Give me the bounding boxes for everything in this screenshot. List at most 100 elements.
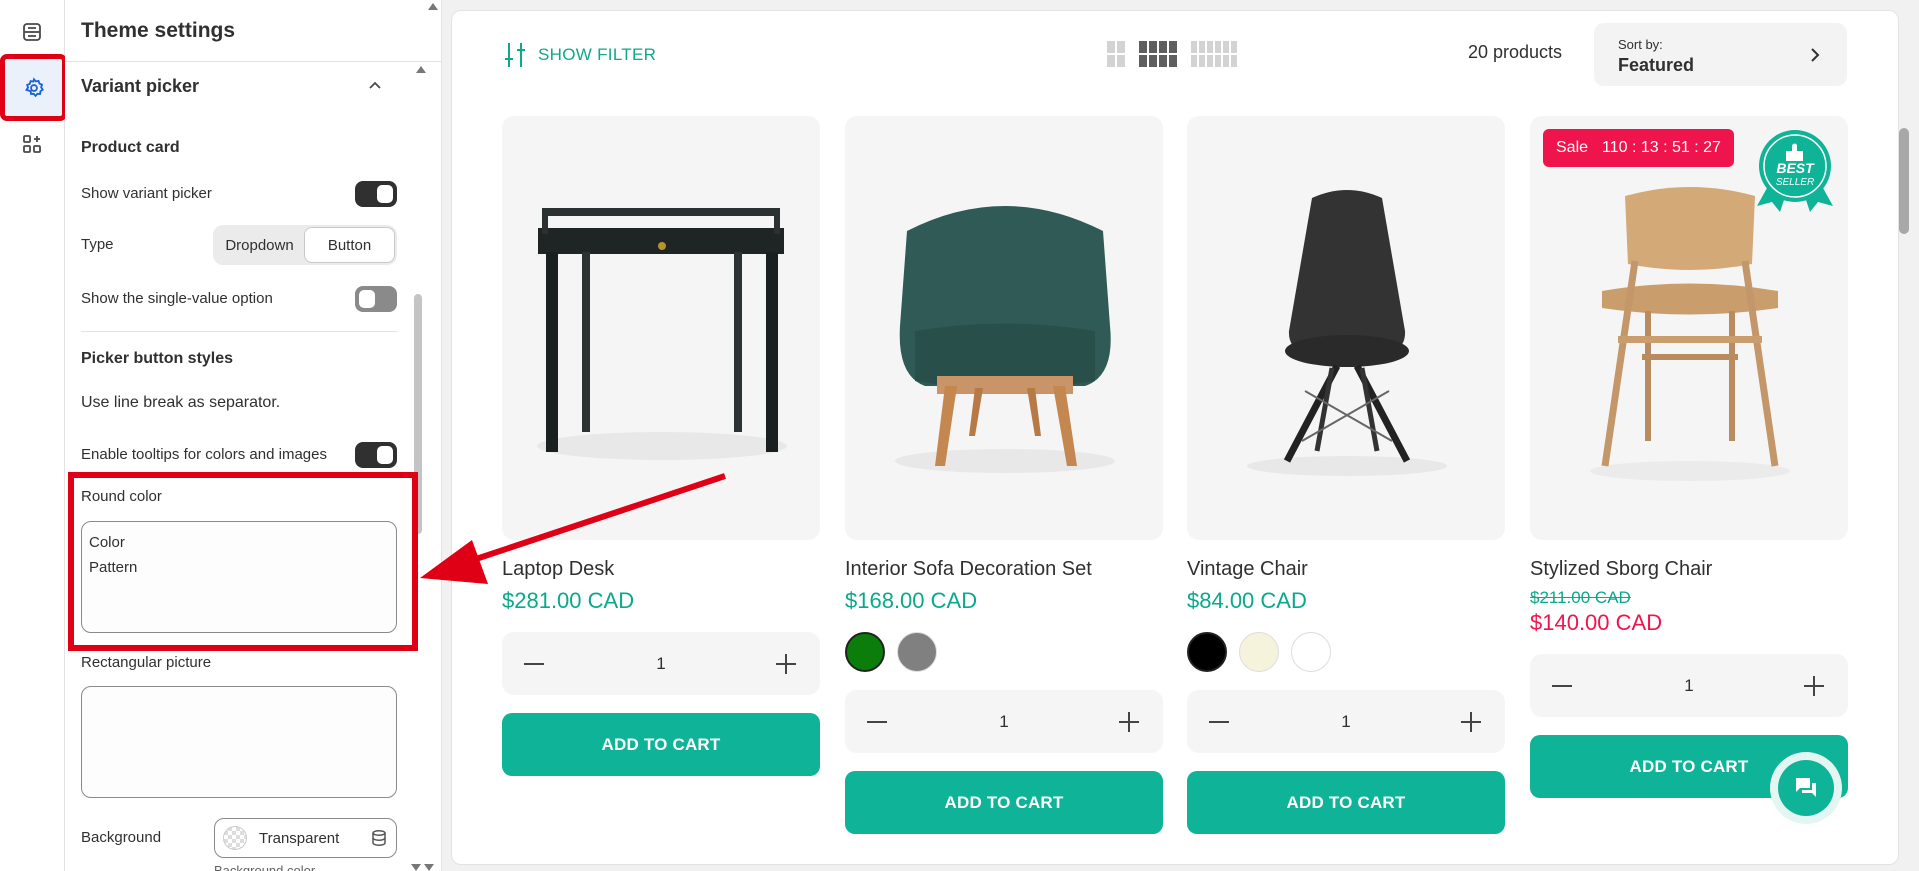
background-select[interactable]: Transparent — [214, 818, 397, 858]
color-swatch[interactable] — [1239, 632, 1279, 672]
product-card-heading: Product card — [81, 139, 180, 156]
product-price: $168.00 CAD — [845, 588, 978, 613]
quantity-value[interactable]: 1 — [656, 654, 665, 674]
divider — [81, 331, 397, 332]
sections-icon — [23, 23, 41, 41]
left-rail — [0, 0, 67, 871]
product-card[interactable]: Sale 110 : 13 : 51 : 27 BEST SELLER Styl… — [1530, 116, 1848, 798]
tooltips-toggle[interactable] — [355, 442, 397, 468]
product-count: 20 products — [1468, 42, 1563, 62]
chat-widget[interactable] — [1770, 752, 1842, 824]
color-swatches — [845, 632, 1163, 672]
quantity-stepper: 1 — [845, 690, 1163, 753]
badge-text-seller: SELLER — [1776, 177, 1814, 188]
product-card[interactable]: Interior Sofa Decoration Set $168.00 CAD… — [845, 116, 1163, 834]
minus-icon[interactable] — [1552, 675, 1574, 697]
show-filter-button[interactable]: SHOW FILTER — [504, 41, 656, 69]
background-color-label: Background color — [214, 863, 316, 871]
annotation-highlight-box — [68, 472, 418, 651]
color-swatches — [1187, 632, 1505, 672]
sort-dropdown[interactable]: Sort by: Featured — [1594, 23, 1847, 86]
minus-icon[interactable] — [524, 653, 546, 675]
picker-styles-heading: Picker button styles — [81, 350, 234, 367]
show-variant-picker-toggle[interactable] — [355, 181, 397, 207]
quantity-stepper: 1 — [1530, 654, 1848, 717]
color-swatch[interactable] — [845, 632, 885, 672]
type-label: Type — [81, 236, 114, 253]
scroll-down-icon[interactable] — [424, 864, 434, 871]
product-title[interactable]: Stylized Sborg Chair — [1530, 558, 1848, 581]
plus-icon[interactable] — [1119, 711, 1141, 733]
filter-icon — [505, 43, 525, 67]
database-icon[interactable] — [370, 829, 388, 847]
product-image[interactable] — [1187, 116, 1505, 540]
best-seller-badge-icon: BEST SELLER — [1757, 130, 1833, 212]
single-value-toggle[interactable] — [355, 286, 397, 312]
desk-image — [537, 208, 787, 460]
chevron-up-icon[interactable] — [365, 76, 385, 96]
product-price: $281.00 CAD — [502, 588, 635, 613]
minus-icon[interactable] — [1209, 711, 1231, 733]
apps-icon — [23, 135, 41, 153]
scroll-up-icon[interactable] — [416, 66, 426, 73]
plus-icon[interactable] — [1461, 711, 1483, 733]
rect-picture-label: Rectangular picture — [81, 654, 212, 671]
product-image[interactable] — [502, 116, 820, 540]
quantity-value[interactable]: 1 — [1684, 676, 1693, 696]
product-card[interactable]: Vintage Chair $84.00 CAD 1 ADD TO CART — [1187, 116, 1505, 834]
color-swatch[interactable] — [897, 632, 937, 672]
plus-icon[interactable] — [776, 653, 798, 675]
product-title[interactable]: Interior Sofa Decoration Set — [845, 558, 1163, 581]
picker-styles-help: Use line break as separator. — [81, 394, 281, 411]
chevron-right-icon — [1811, 48, 1820, 62]
sale-badge: Sale 110 : 13 : 51 : 27 — [1543, 129, 1734, 167]
product-price: $84.00 CAD — [1187, 588, 1307, 613]
armchair-image — [895, 206, 1115, 473]
apps-button[interactable] — [9, 121, 55, 167]
quantity-stepper: 1 — [1187, 690, 1505, 753]
product-title[interactable]: Laptop Desk — [502, 558, 820, 581]
plus-icon[interactable] — [1804, 675, 1826, 697]
product-image[interactable]: Sale 110 : 13 : 51 : 27 BEST SELLER — [1530, 116, 1848, 540]
add-to-cart-button[interactable]: ADD TO CART — [845, 771, 1163, 834]
panel-title: Theme settings — [81, 19, 236, 42]
type-option-button[interactable]: Button — [304, 227, 395, 263]
countdown-timer: 110 : 13 : 51 : 27 — [1602, 139, 1721, 156]
minus-icon[interactable] — [867, 711, 889, 733]
grid-switcher — [1107, 41, 1237, 67]
collection-toolbar: SHOW FILTER 20 products Sort by: Feature… — [452, 11, 1898, 106]
quantity-stepper: 1 — [502, 632, 820, 695]
tooltips-label: Enable tooltips for colors and images — [81, 446, 327, 463]
settings-panel: Theme settings Variant picker Product ca… — [65, 0, 442, 871]
grid-2-icon[interactable] — [1107, 41, 1125, 67]
single-value-label: Show the single-value option — [81, 290, 273, 307]
section-title[interactable]: Variant picker — [81, 76, 199, 97]
rect-picture-textarea[interactable] — [81, 686, 397, 798]
background-label: Background — [81, 829, 162, 846]
add-to-cart-button[interactable]: ADD TO CART — [1187, 771, 1505, 834]
quantity-value[interactable]: 1 — [999, 712, 1008, 732]
grid-4-icon[interactable] — [1139, 41, 1177, 67]
store-preview: SHOW FILTER 20 products Sort by: Feature… — [451, 10, 1899, 865]
product-title[interactable]: Vintage Chair — [1187, 558, 1505, 581]
scroll-down-icon[interactable] — [411, 864, 421, 871]
background-value: Transparent — [259, 829, 340, 847]
sale-price: $140.00 CAD — [1530, 610, 1663, 635]
sections-button[interactable] — [9, 9, 55, 55]
show-variant-picker-label: Show variant picker — [81, 185, 212, 202]
page-scrollbar-thumb[interactable] — [1899, 128, 1909, 234]
product-image[interactable] — [845, 116, 1163, 540]
color-swatch[interactable] — [1291, 632, 1331, 672]
sale-label: Sale — [1556, 139, 1589, 156]
add-to-cart-button[interactable]: ADD TO CART — [502, 713, 820, 776]
gear-icon — [24, 76, 44, 97]
theme-settings-button[interactable] — [0, 54, 67, 121]
quantity-value[interactable]: 1 — [1341, 712, 1350, 732]
transparent-swatch-icon — [223, 826, 247, 850]
product-card[interactable]: Laptop Desk $281.00 CAD 1 ADD TO CART — [502, 116, 820, 776]
compare-price: $211.00 CAD — [1530, 588, 1631, 607]
color-swatch[interactable] — [1187, 632, 1227, 672]
grid-6-icon[interactable] — [1191, 41, 1237, 67]
type-option-dropdown[interactable]: Dropdown — [215, 227, 304, 263]
scroll-up-icon[interactable] — [428, 3, 438, 10]
